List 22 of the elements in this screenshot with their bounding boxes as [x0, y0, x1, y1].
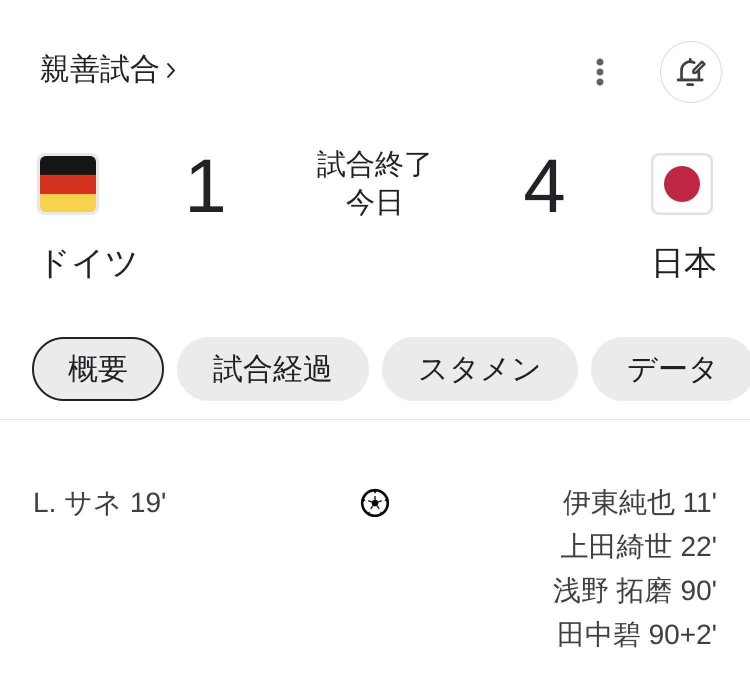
- more-options-icon[interactable]: [596, 58, 604, 86]
- chevron-right-icon: [166, 62, 176, 78]
- competition-link[interactable]: 親善試合: [40, 51, 176, 89]
- away-score: 4: [523, 149, 566, 225]
- team-name: 日本: [651, 243, 717, 283]
- team-name: ドイツ: [37, 243, 139, 283]
- match-status: 試合終了: [317, 148, 433, 183]
- home-score: 1: [184, 149, 227, 225]
- soccer-ball-icon: [360, 488, 390, 518]
- goal-scorer: 田中碧 90+2': [556, 618, 717, 652]
- tab[interactable]: 概要: [32, 337, 164, 401]
- tab[interactable]: スタメン: [382, 337, 578, 401]
- flag-icon: [37, 153, 99, 215]
- match-date: 今日: [346, 186, 404, 221]
- goal-scorer: 上田綺世 22': [560, 530, 717, 564]
- goal-scorer: 浅野 拓磨 90': [552, 574, 717, 608]
- flag-icon: [651, 153, 713, 215]
- bell-icon: [676, 57, 706, 87]
- goal-scorer: 伊東純也 11': [562, 486, 717, 520]
- tab[interactable]: 試合経過: [177, 337, 369, 401]
- goal-scorer: L. サネ 19': [33, 486, 166, 520]
- tab[interactable]: データ: [591, 337, 750, 401]
